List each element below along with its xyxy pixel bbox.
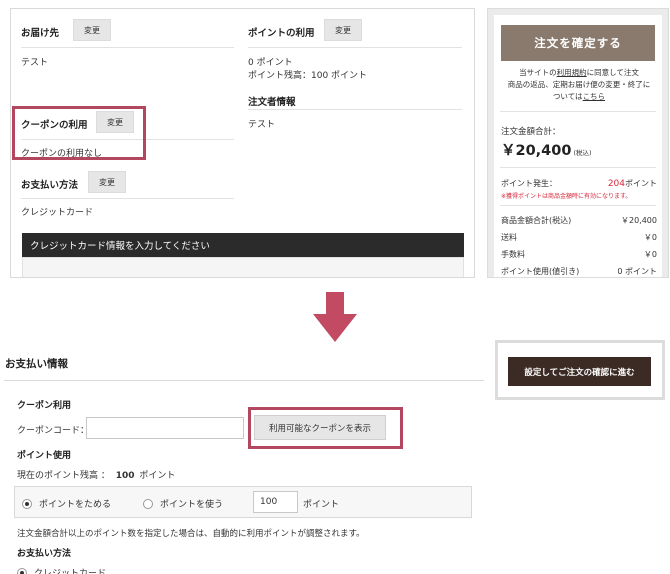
points-balance: ポイント残高：100 ポイント [248, 71, 368, 81]
radio-selected-icon[interactable] [17, 567, 27, 574]
payment-title: お支払い方法 [21, 180, 79, 191]
terms-link[interactable]: 利用規約 [557, 68, 587, 77]
point-balance-label: 現在のポイント残高 ： [17, 471, 110, 481]
point-balance-value: 100 [115, 471, 135, 481]
terms-note: 当サイトの利用規約に同意して注文 商品の返品、定期お届け便の変更・終了に ついて… [500, 67, 658, 103]
use-points-unit: ポイント [303, 500, 340, 510]
row-label: 商品金額合計(税込) [501, 216, 572, 225]
points-value: 0 ポイント [248, 58, 293, 68]
note-text: ついては [552, 92, 583, 101]
credit-card-header: クレジットカード情報を入力してください [22, 233, 464, 257]
summary-row: ポイント使用(値引き) 0 ポイント [501, 266, 657, 277]
credit-card-form [22, 257, 464, 277]
divider [21, 47, 234, 48]
points-earned-value: 204 [607, 179, 625, 189]
row-value: 0 ポイント [617, 267, 657, 276]
row-label: ポイント使用(値引き) [501, 267, 580, 276]
arrow-down-icon [313, 292, 357, 342]
summary-row: 送料 ￥0 [501, 232, 657, 243]
row-label: 手数料 [501, 250, 525, 259]
order-summary-card: 注文を確定する 当サイトの利用規約に同意して注文 商品の返品、定期お届け便の変更… [494, 15, 662, 277]
summary-row: 商品金額合計(税込) ￥20,400 [501, 215, 657, 226]
total-value: ￥20,400 [501, 143, 572, 159]
delivery-change-button[interactable]: 変更 [73, 19, 111, 41]
radio-unselected-icon[interactable] [143, 498, 153, 509]
note-text: 商品の返品、定期お届け便の変更・終了に [507, 80, 651, 89]
points-change-button[interactable]: 変更 [324, 19, 362, 41]
payment-option-label: クレジットカード [34, 569, 107, 574]
total-label: 注文金額合計： [501, 127, 561, 137]
row-value: ￥0 [643, 233, 657, 242]
note-text: 当サイトの [519, 68, 557, 77]
order-summary-sidebar: 注文を確定する 当サイトの利用規約に同意して注文 商品の返品、定期お届け便の変更… [487, 8, 669, 278]
show-coupons-highlight-box [248, 407, 403, 449]
confirm-order-button[interactable]: 注文を確定する [501, 25, 655, 61]
divider [248, 47, 462, 48]
here-link[interactable]: こちら [583, 92, 606, 101]
summary-row: 手数料 ￥0 [501, 249, 657, 260]
point-balance-unit: ポイント [139, 471, 176, 481]
divider [248, 109, 462, 110]
coupon-highlight-box [12, 106, 146, 160]
proceed-to-confirm-button[interactable]: 設定してご注文の確認に進む [508, 357, 651, 386]
divider [500, 111, 656, 112]
radio-selected-icon[interactable] [22, 498, 32, 509]
note-text: に同意して注文 [586, 68, 639, 77]
payment-value: クレジットカード [21, 208, 94, 218]
row-label: 送料 [501, 233, 517, 242]
divider [500, 205, 656, 206]
coupon-section-title: クーポン利用 [17, 401, 72, 411]
row-value: ￥20,400 [621, 216, 657, 225]
point-balance: 現在のポイント残高 ： 100 ポイント [17, 468, 175, 481]
points-earned-label: ポイント発生： [501, 179, 557, 188]
coupon-code-label: クーポンコード： [17, 426, 90, 436]
radio-save-points[interactable]: ポイントをためる [22, 497, 111, 510]
points-earned: ポイント発生： 204ポイント [501, 178, 657, 189]
radio-use-label: ポイントを使う [160, 500, 224, 510]
payment-info-title: お支払い情報 [5, 358, 68, 370]
point-section-title: ポイント使用 [17, 451, 72, 461]
points-title: ポイントの利用 [248, 28, 315, 39]
total-amount: ￥20,400 (税込) [501, 139, 592, 160]
row-value: ￥0 [643, 250, 657, 259]
next-step-sidebar: 設定してご注文の確認に進む [495, 340, 665, 400]
payment-change-button[interactable]: 変更 [88, 171, 126, 193]
orderer-title: 注文者情報 [248, 97, 296, 108]
divider [21, 198, 234, 199]
use-points-input[interactable]: 100 [253, 491, 298, 513]
payment-method-title: お支払い方法 [17, 549, 72, 559]
point-adjust-note: 注文金額合計以上のポイント数を指定した場合は、自動的に利用ポイントが調整されます… [17, 529, 365, 539]
radio-use-points[interactable]: ポイントを使う [143, 497, 223, 510]
payment-option-credit-card[interactable]: クレジットカード [17, 566, 106, 574]
orderer-value: テスト [248, 120, 276, 130]
points-note: ※獲得ポイントは商品金額時に有効になります。 [501, 193, 632, 200]
radio-save-label: ポイントをためる [39, 500, 112, 510]
tax-included: (税込) [573, 149, 592, 157]
divider [500, 167, 656, 168]
points-unit: ポイント [625, 179, 657, 188]
delivery-title: お届け先 [21, 28, 60, 39]
coupon-code-input[interactable] [86, 417, 244, 439]
delivery-value: テスト [21, 58, 49, 68]
